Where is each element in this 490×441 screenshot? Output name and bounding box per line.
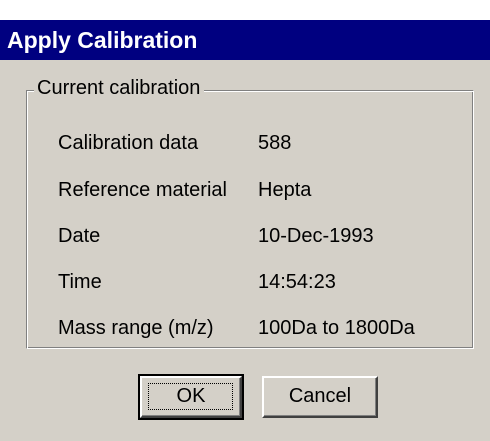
dialog-body: Current calibration Calibration data 588… [0,60,490,441]
time-value: 14:54:23 [258,271,336,293]
ok-button[interactable]: OK [138,374,244,420]
dialog-title: Apply Calibration [7,27,198,53]
calibration-data-label: Calibration data [58,132,199,154]
cancel-button-label: Cancel [288,385,352,407]
cancel-button[interactable]: Cancel [262,376,378,418]
reference-material-value: Hepta [258,179,312,201]
mass-range-label: Mass range (m/z) [58,317,214,339]
reference-material-label: Reference material [58,179,227,201]
current-calibration-groupbox [26,90,474,349]
title-bar[interactable]: Apply Calibration [0,20,490,60]
groupbox-label: Current calibration [34,75,205,101]
mass-range-value: 100Da to 1800Da [258,317,415,339]
calibration-data-value: 588 [258,132,292,154]
time-label: Time [58,271,102,293]
apply-calibration-dialog: Apply Calibration Current calibration Ca… [0,0,490,441]
date-value: 10-Dec-1993 [258,225,374,247]
ok-button-label: OK [176,385,206,407]
date-label: Date [58,225,101,247]
